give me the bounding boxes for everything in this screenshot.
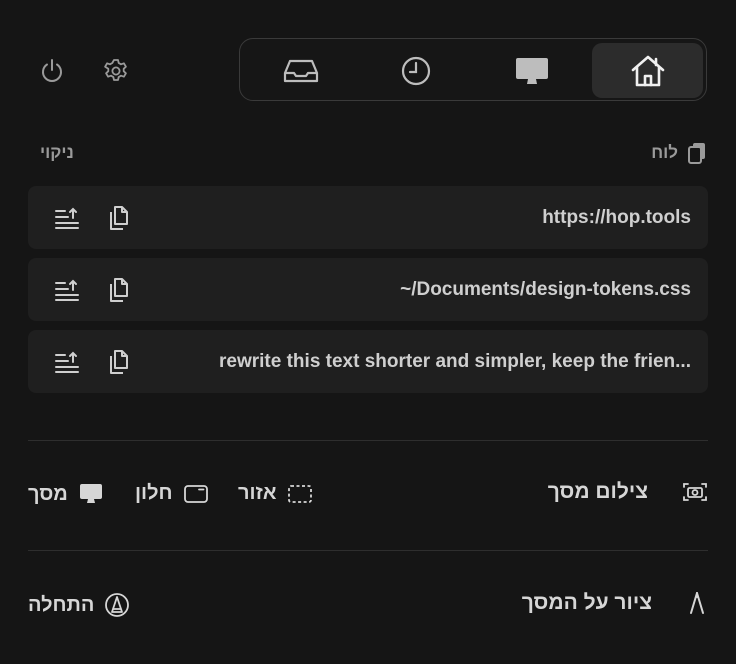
draw-title: ציור על המסך xyxy=(521,591,652,614)
tab-screen[interactable] xyxy=(476,43,587,98)
text-insert-icon xyxy=(54,351,80,373)
copy-icon xyxy=(106,204,130,232)
copy-button[interactable] xyxy=(104,204,132,232)
gear-icon xyxy=(102,57,130,85)
start-drawing-label: התחלה xyxy=(28,593,95,616)
clipboard-item-text: rewrite this text shorter and simpler, k… xyxy=(219,351,691,372)
tab-history[interactable] xyxy=(360,43,471,98)
settings-button[interactable] xyxy=(101,56,131,86)
clipboard-item-text: ~/Documents/design-tokens.css xyxy=(400,279,691,300)
clipboard-item[interactable]: rewrite this text shorter and simpler, k… xyxy=(28,330,708,393)
clipboard-title: לוח xyxy=(651,143,678,162)
clipboard-icon xyxy=(686,141,708,165)
clipboard-item[interactable]: https://hop.tools xyxy=(28,186,708,249)
screenshot-title: צילום מסך xyxy=(547,480,648,503)
power-button[interactable] xyxy=(37,56,67,86)
screenshot-header: צילום מסך xyxy=(548,480,708,504)
tray-icon xyxy=(282,56,320,86)
pen-icon xyxy=(686,590,708,616)
start-drawing-button[interactable]: התחלה xyxy=(28,592,130,618)
monitor-icon xyxy=(513,55,551,87)
capture-window-label: חלון xyxy=(135,482,173,504)
house-icon xyxy=(630,54,666,88)
clock-icon xyxy=(400,55,432,87)
capture-area-label: אזור xyxy=(238,482,277,504)
copy-icon xyxy=(106,276,130,304)
capture-window-button[interactable]: חלון xyxy=(135,482,209,505)
power-icon xyxy=(38,57,66,85)
copy-icon xyxy=(106,348,130,376)
capture-area-button[interactable]: אזור xyxy=(238,482,313,505)
capture-screen-button[interactable]: מסך xyxy=(28,482,104,506)
paste-button[interactable] xyxy=(53,348,81,376)
divider xyxy=(28,440,708,441)
clear-button[interactable]: ניקוי xyxy=(40,143,74,163)
tab-bar xyxy=(239,38,707,101)
draw-header: ציור על המסך xyxy=(522,590,708,616)
selection-icon xyxy=(287,483,313,505)
clipboard-item-text: https://hop.tools xyxy=(542,207,691,228)
pen-nib-icon xyxy=(104,592,130,618)
window-icon xyxy=(183,483,209,505)
tab-home[interactable] xyxy=(592,43,703,98)
capture-screen-label: מסך xyxy=(28,482,68,505)
clipboard-header: לוח xyxy=(651,141,708,165)
paste-button[interactable] xyxy=(53,276,81,304)
camera-icon xyxy=(682,480,708,504)
tab-inbox[interactable] xyxy=(245,43,356,98)
copy-button[interactable] xyxy=(104,348,132,376)
copy-button[interactable] xyxy=(104,276,132,304)
divider xyxy=(28,550,708,551)
clipboard-item[interactable]: ~/Documents/design-tokens.css xyxy=(28,258,708,321)
text-insert-icon xyxy=(54,279,80,301)
text-insert-icon xyxy=(54,207,80,229)
monitor-icon xyxy=(78,482,104,506)
paste-button[interactable] xyxy=(53,204,81,232)
